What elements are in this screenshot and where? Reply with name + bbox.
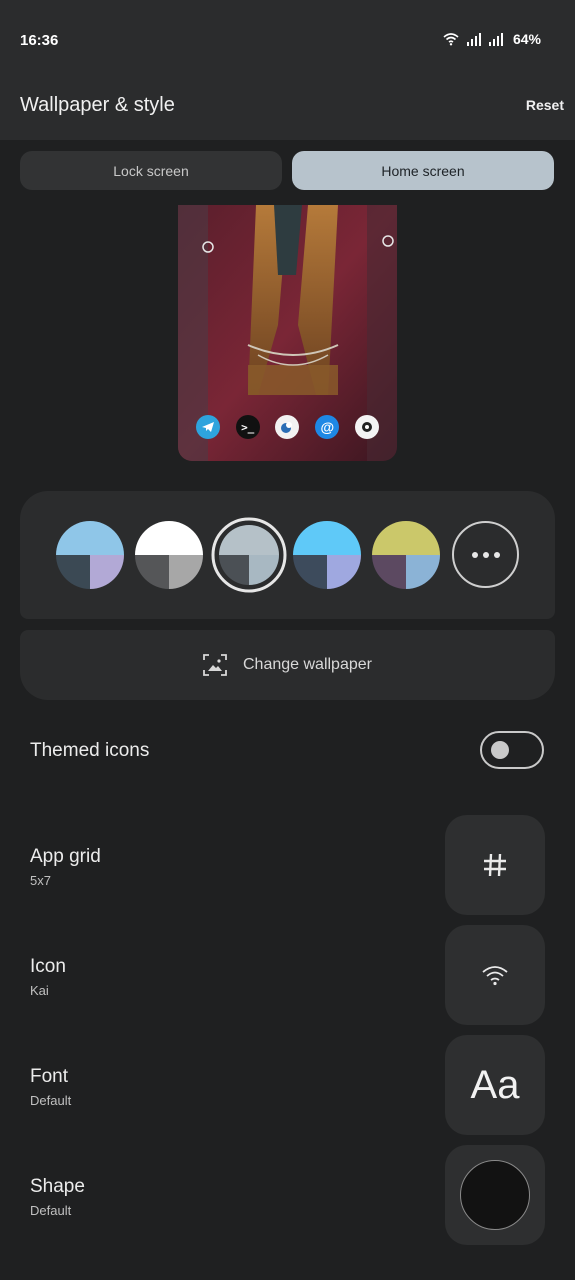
color-swatch-4[interactable]: [293, 521, 361, 589]
toggle-knob: [491, 741, 509, 759]
terminal-icon: >_: [235, 415, 260, 439]
color-swatch-5[interactable]: [372, 521, 440, 589]
tab-lock-screen[interactable]: Lock screen: [20, 151, 282, 190]
app-grid-title: App grid: [30, 846, 101, 867]
reset-button[interactable]: Reset: [526, 97, 564, 113]
image-frame-icon: [203, 654, 227, 676]
status-time: 16:36: [20, 32, 59, 49]
preview-dock: >_ @: [178, 415, 397, 439]
page-title: Wallpaper & style: [20, 94, 175, 116]
swatch-graphic: [211, 517, 287, 593]
status-bar: 16:36 64%: [0, 0, 575, 80]
signal-icon: [466, 33, 481, 46]
color-swatch-3-selected[interactable]: [211, 517, 287, 593]
swatch-graphic: [56, 521, 124, 589]
swatch-graphic: [293, 521, 361, 589]
more-horizontal-icon: [469, 551, 502, 558]
swatch-graphic: [372, 521, 440, 589]
app-grid-value: 5x7: [30, 873, 51, 888]
tab-home-screen[interactable]: Home screen: [292, 151, 554, 190]
grid-hash-icon: [484, 853, 506, 877]
icon-style-title: Icon: [30, 956, 66, 977]
swatch-graphic: [135, 521, 203, 589]
icon-style-button[interactable]: [445, 925, 545, 1025]
color-palette-card: [20, 491, 555, 619]
font-value: Default: [30, 1093, 72, 1108]
shape-button[interactable]: [445, 1145, 545, 1245]
app-grid-button[interactable]: [445, 815, 545, 915]
color-swatch-1[interactable]: [56, 521, 124, 589]
more-colors-button[interactable]: [452, 521, 519, 588]
battery-percentage: 64%: [512, 31, 541, 47]
wifi-icon: [482, 966, 508, 986]
circle-shape-icon: [460, 1160, 530, 1230]
change-wallpaper-button[interactable]: Change wallpaper: [20, 630, 555, 700]
themed-icons-toggle[interactable]: [480, 731, 544, 769]
app-bar: Wallpaper & style Reset: [0, 80, 575, 140]
color-swatch-2[interactable]: [135, 521, 203, 589]
icon-style-value: Kai: [30, 983, 49, 998]
shape-value: Default: [30, 1203, 72, 1218]
font-button[interactable]: Aa: [445, 1035, 545, 1135]
screen-tabs: Lock screen Home screen: [20, 151, 555, 190]
font-preview-glyph: Aa: [470, 1062, 520, 1107]
signal-icon: [488, 33, 503, 46]
change-wallpaper-label: Change wallpaper: [243, 656, 372, 673]
font-title: Font: [30, 1066, 69, 1087]
themed-icons-label: Themed icons: [30, 740, 150, 761]
app-icon: [355, 415, 380, 439]
telegram-icon: [195, 415, 220, 439]
email-icon: @: [315, 415, 340, 439]
wifi-icon: [443, 33, 459, 46]
status-icons: 64%: [443, 31, 541, 47]
shape-title: Shape: [30, 1176, 85, 1197]
wallpaper-preview[interactable]: >_ @: [178, 205, 397, 461]
chat-icon: [275, 415, 300, 439]
